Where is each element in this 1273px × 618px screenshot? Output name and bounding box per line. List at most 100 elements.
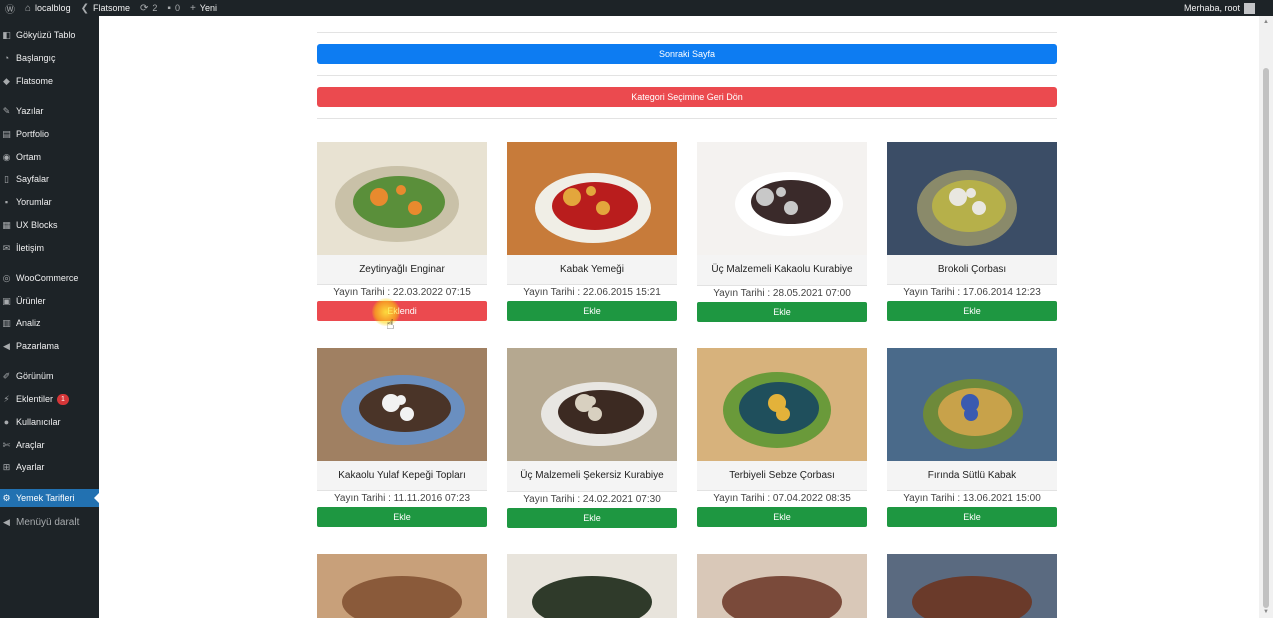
date-prefix: Yayın Tarihi : [333,287,393,298]
diamond-icon: ◆ [3,75,10,86]
date-value: 11.11.2016 07:23 [393,493,471,504]
megaphone-icon: ◀ [3,340,10,351]
updates-link[interactable]: ⟳ 2 [135,0,162,16]
sidebar-item-1[interactable]: ◔ Başlangıç [0,49,99,67]
recipe-card: Üç Malzemeli Kakaolu Kurabiye Yayın Tarih… [697,142,867,322]
page-icon: ▯ [4,173,9,184]
next-page-button[interactable]: Sonraki Sayfa [317,44,1057,64]
sidebar-item-label: Gökyüzü Tablo [16,30,76,40]
brush-icon: ✐ [2,370,11,381]
sidebar-item-14[interactable]: ✐ Görünüm [0,367,99,385]
site-name-link[interactable]: ⌂ localblog [20,0,76,16]
sidebar-item-7[interactable]: ▪ Yorumlar [0,193,99,211]
added-button[interactable]: Eklendi [317,301,487,321]
avatar [1244,2,1255,14]
sidebar-item-11[interactable]: ▣ Ürünler [0,292,99,310]
recipe-card-partial [317,554,487,618]
sidebar-item-18[interactable]: ⊞ Ayarlar [0,458,99,476]
updates-icon: ⟳ [139,2,149,14]
media-icon: ◉ [2,151,11,162]
recipe-card: Brokoli Çorbası Yayın Tarihi : 17.06.2014… [887,142,1057,321]
sidebar-item-13[interactable]: ◀ Pazarlama [0,337,99,355]
sidebar-item-12[interactable]: ▥ Analiz [0,314,99,332]
sidebar-item-5[interactable]: ◉ Ortam [0,148,99,166]
products-icon: ▣ [2,295,11,306]
recipe-date: Yayın Tarihi : 28.05.2021 07:00 [697,286,867,302]
sidebar-item-8[interactable]: ▦ UX Blocks [0,216,99,234]
add-button[interactable]: Ekle [697,507,867,527]
sidebar-item-16[interactable]: ● Kullanıcılar [0,413,99,431]
comments-count: 0 [174,3,180,13]
back-to-category-button[interactable]: Kategori Seçimine Geri Dön [317,87,1057,107]
account-menu[interactable]: Merhaba, root [1184,2,1273,14]
settings-icon: ⊞ [2,461,11,472]
recipe-image [507,554,677,618]
theme-name: Flatsome [92,3,130,13]
add-button[interactable]: Ekle [317,507,487,527]
sidebar-item-0[interactable]: ◧ Gökyüzü Tablo [0,26,99,44]
collapse-label: Menüyü daralt [16,516,80,528]
add-button[interactable]: Ekle [507,301,677,321]
sidebar-item-label: Portfolio [16,129,50,139]
plugin-icon: ⚡ [3,393,10,404]
sidebar-item-19[interactable]: ⚙ Yemek Tarifleri [0,489,99,507]
sidebar-item-label: Yorumlar [16,197,52,207]
sidebar-item-label: WooCommerce [16,273,79,283]
recipe-title: Zeytinyağlı Enginar [317,255,487,285]
gauge-icon: ◔ [3,53,10,63]
add-button[interactable]: Ekle [507,508,677,528]
add-button[interactable]: Ekle [697,302,867,322]
dashboard-icon: ◧ [2,29,11,40]
sidebar-item-label: Görünüm [16,371,54,381]
sidebar-item-label: Araçlar [16,440,45,450]
site-name: localblog [35,3,71,13]
add-button[interactable]: Ekle [887,507,1057,527]
add-button[interactable]: Ekle [887,301,1057,321]
comments-link[interactable]: ▪ 0 [162,0,185,16]
collapse-menu-button[interactable]: ◀ Menüyü daralt [0,513,99,531]
flatsome-icon: ❮ [80,2,89,14]
sidebar-item-9[interactable]: ✉ İletişim [0,239,99,257]
recipe-image [697,142,867,255]
sidebar-item-label: Yemek Tarifleri [16,493,75,503]
plus-icon: + [189,2,196,14]
sidebar-item-10[interactable]: ◎ WooCommerce [0,269,99,287]
date-prefix: Yayın Tarihi : [713,493,773,504]
sidebar-item-label: Yazılar [16,106,44,116]
new-content-link[interactable]: + Yeni [185,0,222,16]
recipe-image [887,142,1057,255]
sidebar-item-3[interactable]: ✎ Yazılar [0,102,99,120]
recipe-card-partial [697,554,867,618]
wordpress-logo[interactable]: Ⓦ [0,0,20,16]
wordpress-icon: Ⓦ [5,4,15,16]
theme-link[interactable]: ❮ Flatsome [76,0,135,16]
date-value: 22.06.2015 15:21 [582,287,661,298]
scroll-up-icon[interactable]: ▲ [1263,19,1269,25]
sidebar-item-17[interactable]: ✄ Araçlar [0,436,99,454]
date-prefix: Yayın Tarihi : [903,493,963,504]
recipe-image [317,348,487,461]
wrench-icon: ✄ [2,439,11,450]
sidebar-item-label: Kullanıcılar [16,417,61,427]
sidebar-item-4[interactable]: ▤ Portfolio [0,125,99,143]
portfolio-icon: ▤ [2,128,11,139]
scrollbar-thumb[interactable] [1263,68,1269,608]
recipe-image [507,348,677,461]
sidebar-item-2[interactable]: ◆ Flatsome [0,72,99,90]
woo-icon: ◎ [2,272,11,283]
recipe-image [887,348,1057,461]
scroll-down-icon[interactable]: ▼ [1263,609,1269,615]
mail-icon: ✉ [2,242,11,253]
recipe-card: Kabak Yemeği Yayın Tarihi : 22.06.2015 15… [507,142,677,321]
sidebar-item-label: Analiz [16,318,41,328]
scrollbar[interactable]: ▲ ▼ [1259,16,1273,618]
collapse-icon: ◀ [3,516,10,527]
sidebar-item-6[interactable]: ▯ Sayfalar [0,170,99,188]
recipe-image [887,554,1057,618]
sidebar-item-15[interactable]: ⚡ Eklentiler 1 [0,390,99,408]
recipe-image [507,142,677,255]
date-value: 13.06.2021 15:00 [962,493,1041,504]
recipe-title: Üç Malzemeli Kakaolu Kurabiye [697,255,867,286]
recipe-title: Kabak Yemeği [507,255,677,285]
date-value: 24.02.2021 07:30 [582,494,661,505]
